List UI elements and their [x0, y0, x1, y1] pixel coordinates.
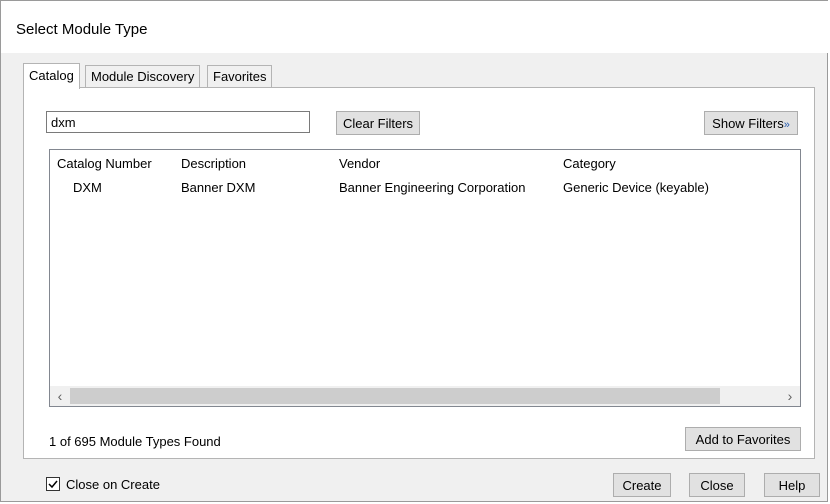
horizontal-scrollbar[interactable]: ‹ › — [50, 386, 800, 406]
cell-description: Banner DXM — [181, 180, 256, 195]
module-list[interactable]: Catalog Number Description Vendor Catego… — [49, 149, 801, 407]
add-to-favorites-button[interactable]: Add to Favorites — [685, 427, 801, 451]
cell-category: Generic Device (keyable) — [563, 180, 709, 195]
scroll-right-arrow-icon[interactable]: › — [781, 387, 799, 405]
create-button[interactable]: Create — [613, 473, 671, 497]
close-button[interactable]: Close — [689, 473, 745, 497]
dialog-title: Select Module Type — [16, 21, 148, 38]
select-module-type-dialog: Select Module Type Catalog Module Discov… — [0, 0, 829, 502]
show-filters-label: Show Filters — [712, 115, 784, 131]
cell-vendor: Banner Engineering Corporation — [339, 180, 526, 195]
module-count-status: 1 of 695 Module Types Found — [49, 434, 221, 449]
cell-catalog-number: DXM — [73, 180, 102, 195]
show-filters-button[interactable]: Show Filters» — [704, 111, 798, 135]
scroll-left-arrow-icon[interactable]: ‹ — [51, 387, 69, 405]
search-input[interactable] — [46, 111, 310, 133]
column-header-category[interactable]: Category — [563, 156, 616, 171]
column-header-vendor[interactable]: Vendor — [339, 156, 380, 171]
tab-catalog[interactable]: Catalog — [23, 63, 80, 89]
tab-favorites[interactable]: Favorites — [207, 65, 273, 87]
double-chevron-down-icon: » — [783, 118, 790, 131]
help-button[interactable]: Help — [764, 473, 820, 497]
close-on-create-label[interactable]: Close on Create — [66, 477, 160, 492]
clear-filters-button[interactable]: Clear Filters — [336, 111, 420, 135]
scrollbar-thumb[interactable] — [70, 388, 720, 404]
close-on-create-checkbox[interactable] — [46, 477, 60, 491]
tab-module-discovery[interactable]: Module Discovery — [85, 65, 201, 87]
column-header-catalog-number[interactable]: Catalog Number — [57, 156, 152, 171]
checkmark-icon — [48, 480, 58, 489]
column-header-description[interactable]: Description — [181, 156, 246, 171]
title-bar: Select Module Type — [1, 1, 829, 53]
